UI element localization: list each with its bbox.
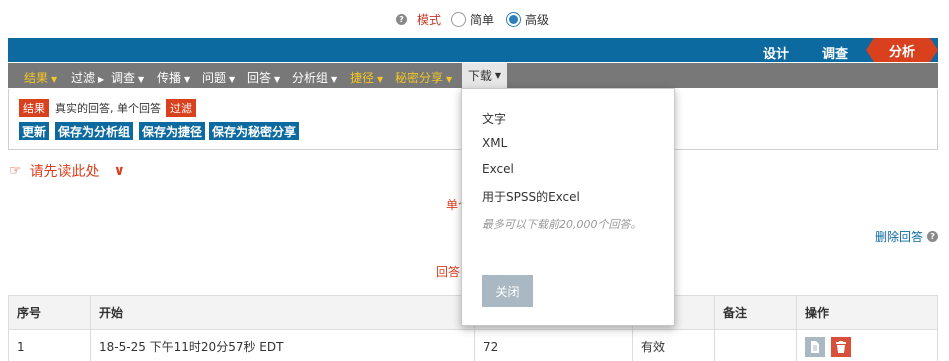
toolbar-shortcut[interactable]: 捷径 ▼	[350, 69, 383, 86]
caret-right-icon: ▶	[98, 75, 105, 84]
save-as-group-button[interactable]: 保存为分析组	[55, 122, 134, 140]
view-document-icon[interactable]	[805, 336, 825, 357]
radio-advanced-label[interactable]: 高级	[525, 11, 549, 28]
col-actions: 操作	[796, 295, 938, 330]
caret-down-icon: ▼	[51, 75, 58, 84]
cell-seq: 1	[8, 329, 91, 361]
caret-down-icon: ▼	[377, 75, 384, 84]
top-nav-bar: 设计 调查 分析	[8, 38, 938, 62]
cell-actions	[796, 329, 938, 361]
analysis-toolbar: 结果 ▼ 过滤 ▶ 调查 ▼ 传播 ▼ 问题 ▼ 回答 ▼ 分析组 ▼ 捷径 ▼ 秘密分享 ▼ 下…	[8, 63, 938, 88]
toolbar-campaign[interactable]: 传播 ▼	[157, 69, 190, 86]
read-first-link[interactable]: ☞ 请先读此处 ∨	[9, 161, 125, 181]
mode-label: 模式	[417, 13, 442, 27]
trash-icon[interactable]	[830, 336, 851, 357]
results-tag: 结果	[19, 99, 49, 117]
download-spss-excel-option[interactable]: 用于SPSS的Excel	[482, 188, 580, 205]
cell-value: 72	[474, 329, 633, 361]
col-notes[interactable]: 备注	[714, 295, 797, 330]
col-seq[interactable]: 序号	[8, 295, 91, 330]
table-row[interactable]: 1 18-5-25 下午11时20分57秒 EDT 72 有效	[8, 329, 938, 361]
close-button[interactable]: 关闭	[482, 275, 533, 307]
delete-responses-link[interactable]: 删除回答 ?	[875, 228, 939, 245]
caret-down-icon: ▼	[184, 75, 191, 84]
filter-tag[interactable]: 过滤	[166, 99, 196, 117]
nav-design[interactable]: 设计	[763, 43, 789, 62]
partial-subheading: 回答	[436, 265, 461, 279]
nav-survey[interactable]: 调查	[822, 43, 848, 62]
col-start[interactable]: 开始	[90, 295, 475, 330]
save-as-shortcut-button[interactable]: 保存为捷径	[139, 122, 206, 140]
nav-analyze[interactable]: 分析	[866, 38, 938, 62]
read-first-label: 请先读此处	[29, 164, 100, 180]
toolbar-download[interactable]: 下载 ▼	[462, 63, 507, 88]
toolbar-survey[interactable]: 调查 ▼	[111, 69, 144, 86]
delete-responses-label: 删除回答	[875, 230, 924, 244]
download-excel-option[interactable]: Excel	[482, 162, 514, 176]
caret-down-icon: ▼	[331, 75, 338, 84]
cell-status: 有效	[632, 329, 715, 361]
cell-notes	[714, 329, 797, 361]
download-xml-option[interactable]: XML	[482, 136, 507, 150]
caret-down-icon: ▼	[494, 71, 502, 80]
mode-selector: ? 模式 简单 高级	[396, 11, 557, 28]
chevron-down-icon: ∨	[113, 163, 125, 179]
toolbar-question[interactable]: 问题 ▼	[202, 69, 235, 86]
toolbar-answer[interactable]: 回答 ▼	[247, 69, 280, 86]
save-as-secret-share-button[interactable]: 保存为秘密分享	[209, 122, 300, 140]
caret-down-icon: ▼	[138, 75, 145, 84]
download-text-option[interactable]: 文字	[482, 110, 506, 127]
cell-start: 18-5-25 下午11时20分57秒 EDT	[90, 329, 475, 361]
toolbar-secret-share[interactable]: 秘密分享 ▼	[395, 69, 452, 86]
toolbar-analysis-group[interactable]: 分析组 ▼	[292, 69, 337, 86]
filter-description: 真实的回答, 单个回答	[55, 102, 161, 115]
help-icon[interactable]: ?	[927, 231, 939, 242]
caret-down-icon: ▼	[274, 75, 281, 84]
update-button[interactable]: 更新	[19, 122, 50, 140]
toolbar-results[interactable]: 结果 ▼	[24, 69, 57, 86]
toolbar-filter[interactable]: 过滤 ▶	[71, 69, 104, 86]
help-icon[interactable]: ?	[396, 14, 407, 25]
pointing-hand-icon: ☞	[9, 163, 22, 179]
caret-down-icon: ▼	[446, 75, 453, 84]
caret-down-icon: ▼	[229, 75, 236, 84]
radio-advanced[interactable]	[506, 12, 522, 27]
radio-simple-label[interactable]: 简单	[470, 11, 494, 28]
download-limit-note: 最多可以下载前20,000个回答。	[482, 218, 642, 231]
download-dropdown: 文字 XML Excel 用于SPSS的Excel 最多可以下载前20,000个…	[461, 88, 675, 326]
radio-simple[interactable]	[451, 12, 467, 27]
